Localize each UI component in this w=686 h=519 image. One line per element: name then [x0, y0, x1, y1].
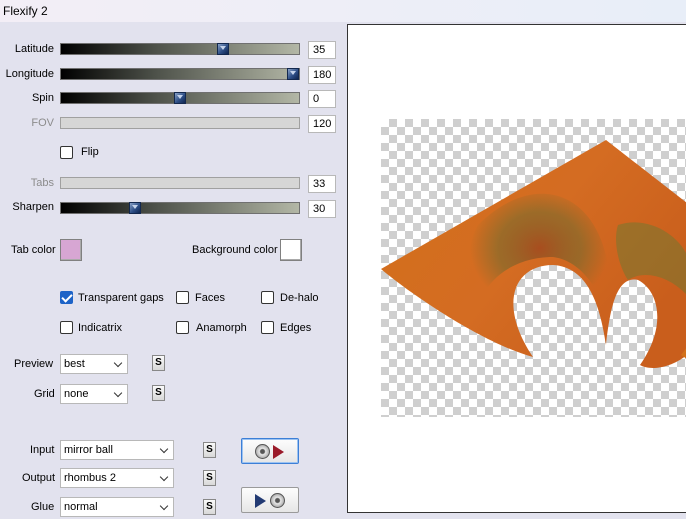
preview-frame [347, 24, 686, 513]
indicatrix-checkbox[interactable] [60, 321, 73, 334]
spin-slider-thumb[interactable] [174, 92, 186, 104]
transparent-gaps-checkbox[interactable] [60, 291, 73, 304]
fov-label: FOV [31, 117, 54, 129]
spin-slider[interactable] [60, 92, 300, 104]
chevron-down-icon [159, 472, 169, 482]
grid-label: Grid [34, 388, 55, 400]
tabs-slider [60, 177, 300, 189]
disc-icon [255, 444, 270, 459]
title-bar: Flexify 2 [0, 0, 686, 22]
anamorph-label: Anamorph [196, 322, 247, 334]
latitude-slider-thumb[interactable] [216, 43, 229, 55]
preview-label: Preview [14, 358, 54, 370]
sharpen-label: Sharpen [12, 201, 54, 213]
play-arrow-icon [273, 445, 284, 459]
faces-label: Faces [195, 292, 225, 304]
input-label: Input [30, 444, 55, 456]
tabs-label: Tabs [30, 177, 54, 189]
tabs-value: 33 [308, 175, 336, 193]
sharpen-slider-thumb[interactable] [128, 202, 141, 214]
fov-value: 120 [308, 115, 336, 133]
sharpen-value[interactable]: 30 [308, 200, 336, 218]
preview-select-value: best [64, 358, 85, 370]
output-label: Output [22, 472, 56, 484]
sharpen-slider[interactable] [60, 202, 300, 214]
longitude-slider-thumb[interactable] [287, 68, 300, 80]
longitude-value[interactable]: 180 [308, 66, 336, 84]
output-select[interactable]: rhombus 2 [60, 468, 174, 488]
tab-color-swatch[interactable] [60, 239, 82, 261]
chevron-down-icon [113, 358, 123, 368]
faces-checkbox[interactable] [176, 291, 189, 304]
disc-icon [270, 493, 285, 508]
spin-value[interactable]: 0 [308, 90, 336, 108]
grid-select[interactable]: none [60, 384, 128, 404]
indicatrix-label: Indicatrix [78, 322, 123, 334]
background-color-swatch[interactable] [280, 239, 302, 261]
glue-s-button[interactable]: S [203, 499, 216, 515]
anamorph-checkbox[interactable] [176, 321, 189, 334]
glue-select[interactable]: normal [60, 497, 174, 517]
preview-image [381, 140, 686, 368]
output-select-value: rhombus 2 [64, 472, 116, 484]
edges-checkbox[interactable] [261, 321, 274, 334]
disc-to-arrow-button[interactable] [241, 438, 299, 464]
de-halo-label: De-halo [280, 292, 319, 304]
chevron-down-icon [113, 388, 123, 398]
grid-s-button[interactable]: S [152, 385, 165, 401]
latitude-slider[interactable] [60, 43, 300, 55]
flip-label: Flip [81, 146, 99, 158]
background-color-label: Background color [192, 244, 278, 256]
tab-color-label: Tab color [11, 244, 56, 256]
spin-label: Spin [31, 92, 54, 104]
window-title: Flexify 2 [3, 4, 48, 18]
de-halo-checkbox[interactable] [261, 291, 274, 304]
latitude-label: Latitude [14, 43, 54, 55]
edges-label: Edges [280, 322, 312, 334]
play-arrow-icon [255, 494, 266, 508]
output-s-button[interactable]: S [203, 470, 216, 486]
glue-select-value: normal [64, 501, 98, 513]
arrow-to-disc-button[interactable] [241, 487, 299, 513]
transparent-gaps-label: Transparent gaps [78, 292, 164, 304]
longitude-label: Longitude [5, 68, 54, 80]
chevron-down-icon [159, 501, 169, 511]
longitude-slider[interactable] [60, 68, 300, 80]
glue-label: Glue [31, 501, 55, 513]
preview-select[interactable]: best [60, 354, 128, 374]
grid-select-value: none [64, 388, 89, 400]
fov-slider [60, 117, 300, 129]
chevron-down-icon [159, 444, 169, 454]
preview-s-button[interactable]: S [152, 355, 165, 371]
latitude-value[interactable]: 35 [308, 41, 336, 59]
input-s-button[interactable]: S [203, 442, 216, 458]
input-select-value: mirror ball [64, 444, 113, 456]
flip-checkbox[interactable] [60, 146, 73, 159]
input-select[interactable]: mirror ball [60, 440, 174, 460]
